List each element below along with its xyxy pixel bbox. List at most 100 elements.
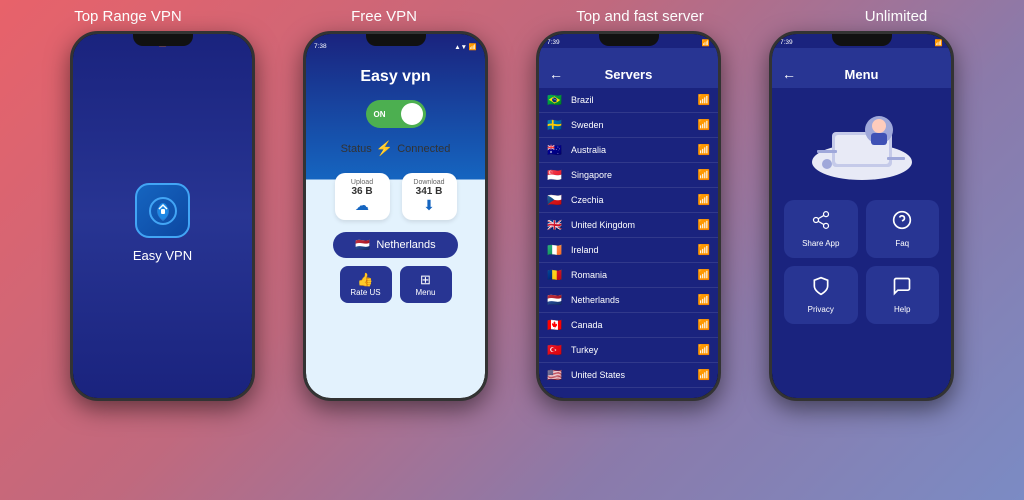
server-singapore-name: Singapore: [571, 170, 692, 180]
label-free-vpn: Free VPN: [256, 8, 512, 25]
server-sweden-name: Sweden: [571, 120, 692, 130]
server-netherlands[interactable]: 🇳🇱 Netherlands 📶: [539, 288, 718, 313]
label-unlimited: Unlimited: [768, 8, 1024, 25]
phone2-time: 7:38: [314, 43, 327, 50]
upload-label: Upload: [345, 179, 380, 186]
phone2-notch: [366, 34, 426, 46]
phone2-screen: 7:38 ▲▼ 📶 Easy vpn ON Status ⚡ Connected: [306, 34, 485, 398]
server-czechia-name: Czechia: [571, 195, 692, 205]
romania-flag-icon: 🇷🇴: [547, 268, 565, 282]
menu-share-app[interactable]: Share App: [784, 200, 858, 258]
download-label: Download: [412, 179, 447, 186]
signal-icon-3: 📶: [698, 145, 710, 156]
signal-icon-10: 📶: [698, 320, 710, 331]
status-dot-icon: ⚡: [376, 140, 393, 157]
rate-icon: 👍: [350, 272, 382, 288]
server-singapore[interactable]: 🇸🇬 Singapore 📶: [539, 163, 718, 188]
country-name: Netherlands: [376, 239, 435, 251]
server-brazil-name: Brazil: [571, 95, 692, 105]
menu-title: Menu: [804, 67, 919, 82]
download-value: 341 B: [412, 186, 447, 197]
phone4-signal: 📶: [935, 39, 943, 47]
server-uk[interactable]: 🇬🇧 United Kingdom 📶: [539, 213, 718, 238]
servers-back-icon[interactable]: ←: [549, 66, 563, 82]
menu-privacy[interactable]: Privacy: [784, 266, 858, 324]
faq-label: Faq: [895, 239, 909, 248]
bottom-buttons: 👍 Rate US ⊞ Menu: [340, 266, 452, 303]
phone1-bottombar: ◀ ⬤ ▬: [73, 398, 252, 401]
menu-grid: Share App Faq: [772, 192, 951, 332]
phone4-notch: [832, 34, 892, 46]
turkey-flag-icon: 🇹🇷: [547, 343, 565, 357]
menu-faq[interactable]: Faq: [866, 200, 940, 258]
help-icon: [892, 276, 912, 301]
signal-icon-11: 📶: [698, 345, 710, 356]
phone3: 7:39 📶 ← Servers 🇧🇷 Brazil 📶 🇸🇪: [536, 31, 721, 401]
servers-header: ← Servers: [539, 48, 718, 88]
label-top-range: Top Range VPN: [0, 8, 256, 25]
signal-icon-4: 📶: [698, 170, 710, 181]
upload-icon: ☁: [345, 197, 380, 214]
menu-back-icon[interactable]: ←: [782, 66, 796, 82]
menu-help[interactable]: Help: [866, 266, 940, 324]
phone2-title: Easy vpn: [360, 68, 430, 86]
server-turkey[interactable]: 🇹🇷 Turkey 📶: [539, 338, 718, 363]
privacy-label: Privacy: [808, 305, 834, 314]
phone4: 7:39 📶 ← Menu: [769, 31, 954, 401]
status-value: Connected: [397, 143, 450, 155]
menu-button[interactable]: ⊞ Menu: [400, 266, 452, 303]
menu-label: Menu: [415, 288, 435, 297]
help-label: Help: [894, 305, 910, 314]
phone4-time: 7:39: [780, 39, 793, 46]
label-fast-server: Top and fast server: [512, 8, 768, 25]
server-czechia[interactable]: 🇨🇿 Czechia 📶: [539, 188, 718, 213]
server-canada[interactable]: 🇨🇦 Canada 📶: [539, 313, 718, 338]
czechia-flag-icon: 🇨🇿: [547, 193, 565, 207]
signal-icon-2: 📶: [698, 120, 710, 131]
phone1-notch: [133, 34, 193, 46]
server-list: 🇧🇷 Brazil 📶 🇸🇪 Sweden 📶 🇦🇺 Australia 📶: [539, 88, 718, 398]
server-australia-name: Australia: [571, 145, 692, 155]
toggle-on-label: ON: [374, 110, 386, 119]
signal-icon-5: 📶: [698, 195, 710, 206]
toggle-knob: [401, 103, 423, 125]
server-romania[interactable]: 🇷🇴 Romania 📶: [539, 263, 718, 288]
upload-stat: Upload 36 B ☁: [335, 173, 390, 220]
download-icon: ⬇: [412, 197, 447, 214]
us-flag-icon: 🇺🇸: [547, 368, 565, 382]
status-label: Status: [341, 143, 372, 155]
australia-flag-icon: 🇦🇺: [547, 143, 565, 157]
stats-row: Upload 36 B ☁ Download 341 B ⬇: [335, 173, 457, 220]
netherlands-flag-icon: 🇳🇱: [355, 238, 370, 252]
menu-illustration: [772, 88, 951, 192]
menu-icon: ⊞: [410, 272, 442, 288]
share-icon: [811, 210, 831, 235]
phone1-screen: 📶 Easy VPN: [73, 34, 252, 398]
netherlands-flag-icon-3: 🇳🇱: [547, 293, 565, 307]
signal-icon-8: 📶: [698, 270, 710, 281]
phone3-bottombar: ◀ ⬤ ▬: [539, 398, 718, 401]
server-sweden[interactable]: 🇸🇪 Sweden 📶: [539, 113, 718, 138]
phone3-wrapper: 7:39 📶 ← Servers 🇧🇷 Brazil 📶 🇸🇪: [521, 31, 736, 401]
servers-title: Servers: [571, 67, 686, 82]
canada-flag-icon: 🇨🇦: [547, 318, 565, 332]
server-us-name: United States: [571, 370, 692, 380]
server-brazil[interactable]: 🇧🇷 Brazil 📶: [539, 88, 718, 113]
phone4-bottombar: ◀ ⬤ ▬: [772, 398, 951, 401]
server-netherlands-name: Netherlands: [571, 295, 692, 305]
server-us[interactable]: 🇺🇸 United States 📶: [539, 363, 718, 388]
signal-icon-7: 📶: [698, 245, 710, 256]
signal-icon-9: 📶: [698, 295, 710, 306]
server-ireland[interactable]: 🇮🇪 Ireland 📶: [539, 238, 718, 263]
server-australia[interactable]: 🇦🇺 Australia 📶: [539, 138, 718, 163]
menu-header: ← Menu: [772, 48, 951, 88]
rate-us-button[interactable]: 👍 Rate US: [340, 266, 392, 303]
connection-status: Status ⚡ Connected: [341, 140, 451, 157]
phone1-wrapper: 📶 Easy VPN: [55, 31, 270, 401]
country-button[interactable]: 🇳🇱 Netherlands: [333, 232, 457, 258]
vpn-toggle[interactable]: ON: [366, 100, 426, 128]
privacy-icon: [811, 276, 831, 301]
ireland-flag-icon: 🇮🇪: [547, 243, 565, 257]
signal-icon: 📶: [698, 95, 710, 106]
phone3-time: 7:39: [547, 39, 560, 46]
